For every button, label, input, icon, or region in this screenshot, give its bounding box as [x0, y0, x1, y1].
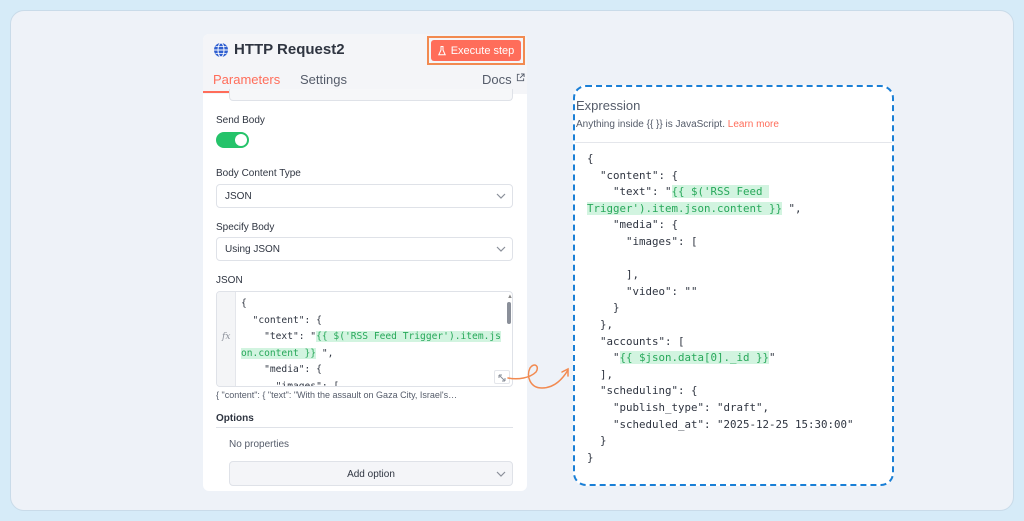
- specify-body-select[interactable]: Using JSON: [216, 237, 513, 261]
- expression-code-line: "video": "": [587, 284, 698, 298]
- expression-code-line: }: [587, 450, 594, 464]
- expression-panel: Expression Anything inside {{ }} is Java…: [573, 85, 894, 486]
- expression-title: Expression: [576, 98, 641, 113]
- body-content-type-label: Body Content Type: [216, 168, 301, 179]
- expression-code-line: "{{ $json.data[0]._id }}": [587, 351, 776, 365]
- expression-highlight: {{ $('RSS Feed Trigger').item.js: [316, 331, 501, 342]
- json-editor[interactable]: fx { "content": { "text": "{{ $('RSS Fee…: [216, 291, 513, 387]
- json-code-line: "content": {: [241, 314, 322, 326]
- body-content-type-value: JSON: [225, 191, 252, 202]
- expression-code-line: "content": {: [587, 168, 679, 182]
- scroll-thumb[interactable]: [507, 302, 511, 324]
- json-label: JSON: [216, 275, 243, 286]
- add-option-label: Add option: [347, 469, 395, 480]
- expression-code-line: "text": "{{ $('RSS Feed: [587, 185, 770, 199]
- expression-code-line: Trigger').item.json.content }} ",: [587, 201, 802, 215]
- execute-step-label: Execute step: [450, 44, 515, 57]
- add-option-button[interactable]: Add option: [229, 461, 513, 486]
- json-code-line: {: [241, 298, 247, 309]
- scroll-up-icon[interactable]: ▲: [507, 294, 512, 300]
- tab-settings[interactable]: Settings: [300, 72, 347, 87]
- expression-code-line: ],: [587, 268, 640, 282]
- expression-subtitle: Anything inside {{ }} is JavaScript. Lea…: [576, 119, 779, 130]
- json-result-preview: { "content": { "text": "With the assault…: [216, 390, 458, 400]
- expression-code-line: }: [587, 434, 607, 448]
- execute-step-highlight: Execute step: [427, 36, 525, 65]
- no-properties-text: No properties: [229, 439, 290, 450]
- external-link-icon[interactable]: [516, 73, 525, 82]
- learn-more-link[interactable]: Learn more: [728, 119, 779, 130]
- expression-code-line: "publish_type": "draft",: [587, 400, 770, 414]
- expression-code-line: ],: [587, 367, 614, 381]
- panel-header: HTTP Request2 Execute step Parameters Se…: [203, 34, 527, 94]
- expression-code-line: },: [587, 317, 614, 331]
- json-code-line: "media": {: [241, 364, 322, 375]
- execute-step-button[interactable]: Execute step: [431, 40, 521, 61]
- tab-parameters[interactable]: Parameters: [213, 72, 280, 87]
- fx-icon: fx: [222, 332, 231, 342]
- chevron-down-icon: [496, 193, 506, 199]
- expression-code: { "content": { "text": "{{ $('RSS Feed T…: [587, 151, 854, 466]
- specify-body-value: Using JSON: [225, 244, 281, 255]
- expression-highlight: {{ $('RSS Feed: [671, 185, 770, 199]
- send-body-label: Send Body: [216, 115, 265, 126]
- json-code-line: "text": "{{ $('RSS Feed Trigger').item.j…: [241, 331, 501, 342]
- json-code[interactable]: { "content": { "text": "{{ $('RSS Feed T…: [241, 296, 503, 387]
- node-title: HTTP Request2: [234, 41, 345, 58]
- options-label: Options: [216, 413, 254, 424]
- specify-body-label: Specify Body: [216, 222, 275, 233]
- expression-code-line: "scheduling": {: [587, 384, 698, 398]
- options-divider: [216, 427, 513, 428]
- expression-code-line: {: [587, 152, 594, 165]
- expression-code-line: "images": [: [587, 234, 698, 248]
- expression-divider: [575, 142, 892, 143]
- body-content-type-select[interactable]: JSON: [216, 184, 513, 208]
- expression-code-line: [587, 251, 854, 268]
- json-code-line: "images": [: [241, 380, 340, 387]
- json-code-line: on.content }} ",: [241, 347, 334, 359]
- expression-subtitle-text: Anything inside {{ }} is JavaScript.: [576, 119, 728, 130]
- node-parameters-panel: HTTP Request2 Execute step Parameters Se…: [203, 34, 527, 491]
- expression-highlight: on.content }}: [241, 347, 317, 359]
- expression-code-line: }: [587, 301, 620, 315]
- chevron-down-icon: [496, 246, 506, 252]
- previous-field-edge: [229, 89, 513, 101]
- expression-code-line: "scheduled_at": "2025-12-25 15:30:00": [587, 417, 854, 431]
- send-body-toggle[interactable]: [216, 132, 249, 148]
- fx-gutter: fx: [217, 292, 236, 386]
- expression-highlight: Trigger').item.json.content }}: [587, 201, 783, 215]
- globe-icon: [214, 42, 228, 58]
- tab-docs[interactable]: Docs: [482, 72, 512, 87]
- chevron-down-icon: [496, 471, 506, 477]
- annotation-arrow: [507, 364, 569, 389]
- expression-highlight: {{ $json.data[0]._id }}: [619, 351, 770, 365]
- expression-code-line: "media": {: [587, 218, 679, 232]
- expression-code-line: "accounts": [: [587, 334, 685, 348]
- flask-icon: [437, 45, 446, 55]
